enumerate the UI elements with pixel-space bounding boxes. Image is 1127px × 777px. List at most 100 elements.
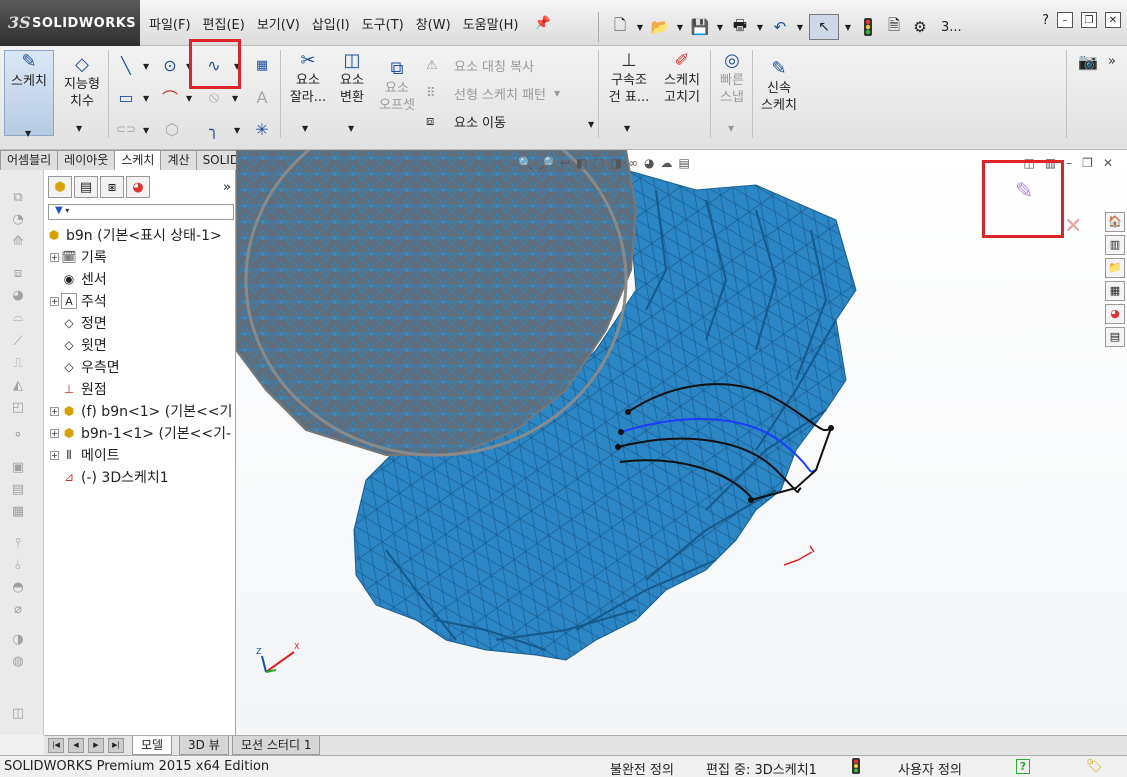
- last-tab-icon[interactable]: ▶|: [108, 738, 124, 753]
- help-question-icon[interactable]: ?: [1042, 13, 1049, 28]
- new-document-icon[interactable]: 🗋: [609, 16, 631, 38]
- solidworks-logo[interactable]: 3S SOLIDWORKS: [0, 0, 140, 46]
- menu-file[interactable]: 파일(F): [143, 14, 197, 33]
- tab-model[interactable]: 모델: [132, 736, 173, 755]
- tree-item-annotations[interactable]: + A 주석: [50, 291, 107, 311]
- surface-icon[interactable]: ▦: [8, 504, 28, 522]
- prev-tab-icon[interactable]: ◀: [68, 738, 84, 753]
- expand-more-icon[interactable]: »: [223, 180, 231, 195]
- text-icon[interactable]: A: [250, 86, 274, 108]
- print-icon[interactable]: 🖶: [729, 16, 751, 38]
- configuration-tab-icon[interactable]: ⧆: [100, 176, 124, 198]
- menu-tools[interactable]: 도구(T): [356, 14, 410, 33]
- options-gear-icon[interactable]: ⚙: [909, 16, 931, 38]
- pin-icon[interactable]: 📌: [529, 16, 557, 31]
- tab-motion-study[interactable]: 모션 스터디 1: [232, 736, 321, 755]
- draft-icon[interactable]: ◭: [8, 378, 28, 396]
- display-manager-tab-icon[interactable]: ◕: [126, 176, 150, 198]
- menu-insert[interactable]: 삽입(I): [306, 14, 356, 33]
- linear-pattern-button[interactable]: ⠿ 선형 스케치 패턴 ▼: [426, 84, 560, 103]
- tree-item-component-1[interactable]: + ⬢ (f) b9n<1> (기본<<기: [50, 401, 232, 421]
- expand-more-icon[interactable]: »: [1100, 50, 1124, 72]
- chevron-down-icon[interactable]: ▼: [348, 124, 354, 133]
- zoom-area-icon[interactable]: 🔎: [539, 156, 554, 170]
- tree-item-3d-sketch[interactable]: ⊿ (-) 3D스케치1: [61, 467, 169, 487]
- chevron-down-icon[interactable]: ▼: [635, 23, 645, 32]
- hole-icon[interactable]: ◫: [8, 706, 28, 724]
- file-properties-icon[interactable]: 🗎: [883, 16, 905, 38]
- fillet-feature-icon[interactable]: ⌓: [8, 310, 28, 328]
- chevron-down-icon[interactable]: ▼: [843, 23, 853, 32]
- minimize-icon[interactable]: –: [1057, 12, 1073, 28]
- chevron-down-icon[interactable]: ▼: [795, 23, 805, 32]
- fillet-corner-icon[interactable]: ╮: [202, 118, 226, 140]
- chevron-down-icon[interactable]: ▼: [588, 120, 594, 129]
- freeform-icon[interactable]: ⌀: [8, 602, 28, 620]
- chevron-down-icon[interactable]: ▼: [143, 94, 149, 103]
- feature-tree-tab-icon[interactable]: ⬢: [48, 176, 72, 198]
- curves-icon[interactable]: ▣: [8, 460, 28, 478]
- quick-snaps-button[interactable]: ◎ 빠른 스냅: [714, 50, 750, 106]
- mirror-feature-icon[interactable]: ◑: [8, 632, 28, 650]
- home-icon[interactable]: 🏠: [1105, 212, 1125, 232]
- previous-view-icon[interactable]: ↩: [560, 156, 570, 170]
- zoom-to-fit-icon[interactable]: 🔍: [518, 156, 533, 170]
- chevron-down-icon[interactable]: ▼: [302, 124, 308, 133]
- chevron-down-icon[interactable]: ▼: [186, 94, 192, 103]
- repair-sketch-button[interactable]: ✐ 스케치 고치기: [658, 50, 706, 106]
- close-icon[interactable]: ✕: [1105, 12, 1121, 28]
- extrude-cut-icon[interactable]: ⧈: [8, 266, 28, 284]
- expand-plus-icon[interactable]: +: [50, 450, 59, 460]
- smart-dimension-button[interactable]: ◇ 지능형 치수: [58, 54, 106, 110]
- menu-help[interactable]: 도움말(H): [457, 14, 525, 33]
- extrude-boss-icon[interactable]: ⧉: [8, 190, 28, 208]
- intersect-icon[interactable]: ◍: [8, 654, 28, 672]
- point-icon[interactable]: ✳: [250, 118, 274, 140]
- minimize-icon[interactable]: –: [1066, 156, 1072, 170]
- edit-appearance-icon[interactable]: ◕: [644, 156, 654, 170]
- chevron-down-icon[interactable]: ▼: [234, 126, 240, 135]
- polygon-icon[interactable]: ⬡: [160, 118, 184, 140]
- select-pointer-icon[interactable]: ↖: [809, 14, 839, 40]
- wrap-icon[interactable]: ⫰: [8, 558, 28, 576]
- split-line-icon[interactable]: ⫯: [8, 536, 28, 554]
- dome-icon[interactable]: ◓: [8, 580, 28, 598]
- chevron-down-icon[interactable]: ▼: [624, 124, 630, 133]
- tree-root[interactable]: ⬢ b9n (기본<표시 상태-1>: [46, 225, 222, 245]
- tree-item-right-plane[interactable]: ◇ 우측면: [61, 357, 119, 377]
- shell-icon[interactable]: ◰: [8, 400, 28, 418]
- view-palette-icon[interactable]: ▦: [1105, 281, 1125, 301]
- offset-entities-button[interactable]: ⧉ 요소 오프셋: [374, 58, 420, 114]
- view-settings-icon[interactable]: ▤: [678, 156, 689, 170]
- move-entities-button[interactable]: ⧈ 요소 이동: [426, 112, 506, 131]
- tab-evaluate[interactable]: 계산: [160, 150, 197, 170]
- chevron-down-icon[interactable]: ▼: [675, 23, 685, 32]
- tree-item-component-2[interactable]: + ⬢ b9n-1<1> (기본<<기-: [50, 423, 231, 443]
- expand-plus-icon[interactable]: +: [50, 406, 59, 416]
- tree-item-sensors[interactable]: ◉ 센서: [61, 269, 107, 289]
- rebuild-traffic-light-icon[interactable]: [857, 16, 879, 38]
- chevron-down-icon[interactable]: ▼: [143, 62, 149, 71]
- menu-window[interactable]: 창(W): [410, 14, 457, 33]
- revolve-icon[interactable]: ◔: [8, 212, 28, 230]
- sketch-button[interactable]: ✎ 스케치 ▼: [4, 50, 54, 138]
- chevron-down-icon[interactable]: ▼: [554, 89, 560, 98]
- rebuild-status-icon[interactable]: [852, 758, 860, 777]
- tree-item-origin[interactable]: ⊥ 원점: [61, 379, 107, 399]
- next-tab-icon[interactable]: ▶: [88, 738, 104, 753]
- apply-scene-icon[interactable]: ☁: [660, 156, 672, 170]
- file-explorer-icon[interactable]: 📁: [1105, 258, 1125, 278]
- arc-icon[interactable]: ⌒: [158, 86, 182, 108]
- help-icon[interactable]: ?: [1016, 759, 1030, 774]
- tab-3d-view[interactable]: 3D 뷰: [179, 736, 229, 755]
- chevron-down-icon[interactable]: ▼: [755, 23, 765, 32]
- pattern-icon[interactable]: ⟋: [8, 334, 28, 352]
- tree-item-front-plane[interactable]: ◇ 정면: [61, 313, 106, 333]
- filter-dropdown[interactable]: ▼ ▾: [48, 204, 234, 220]
- design-library-icon[interactable]: ▥: [1105, 235, 1125, 255]
- save-icon[interactable]: 💾: [689, 16, 711, 38]
- search-abbrev[interactable]: 3...: [941, 20, 962, 35]
- exit-sketch-icon[interactable]: ✎: [1015, 179, 1033, 204]
- chevron-down-icon[interactable]: ▼: [76, 124, 82, 133]
- circle-icon[interactable]: ⊙: [158, 54, 182, 76]
